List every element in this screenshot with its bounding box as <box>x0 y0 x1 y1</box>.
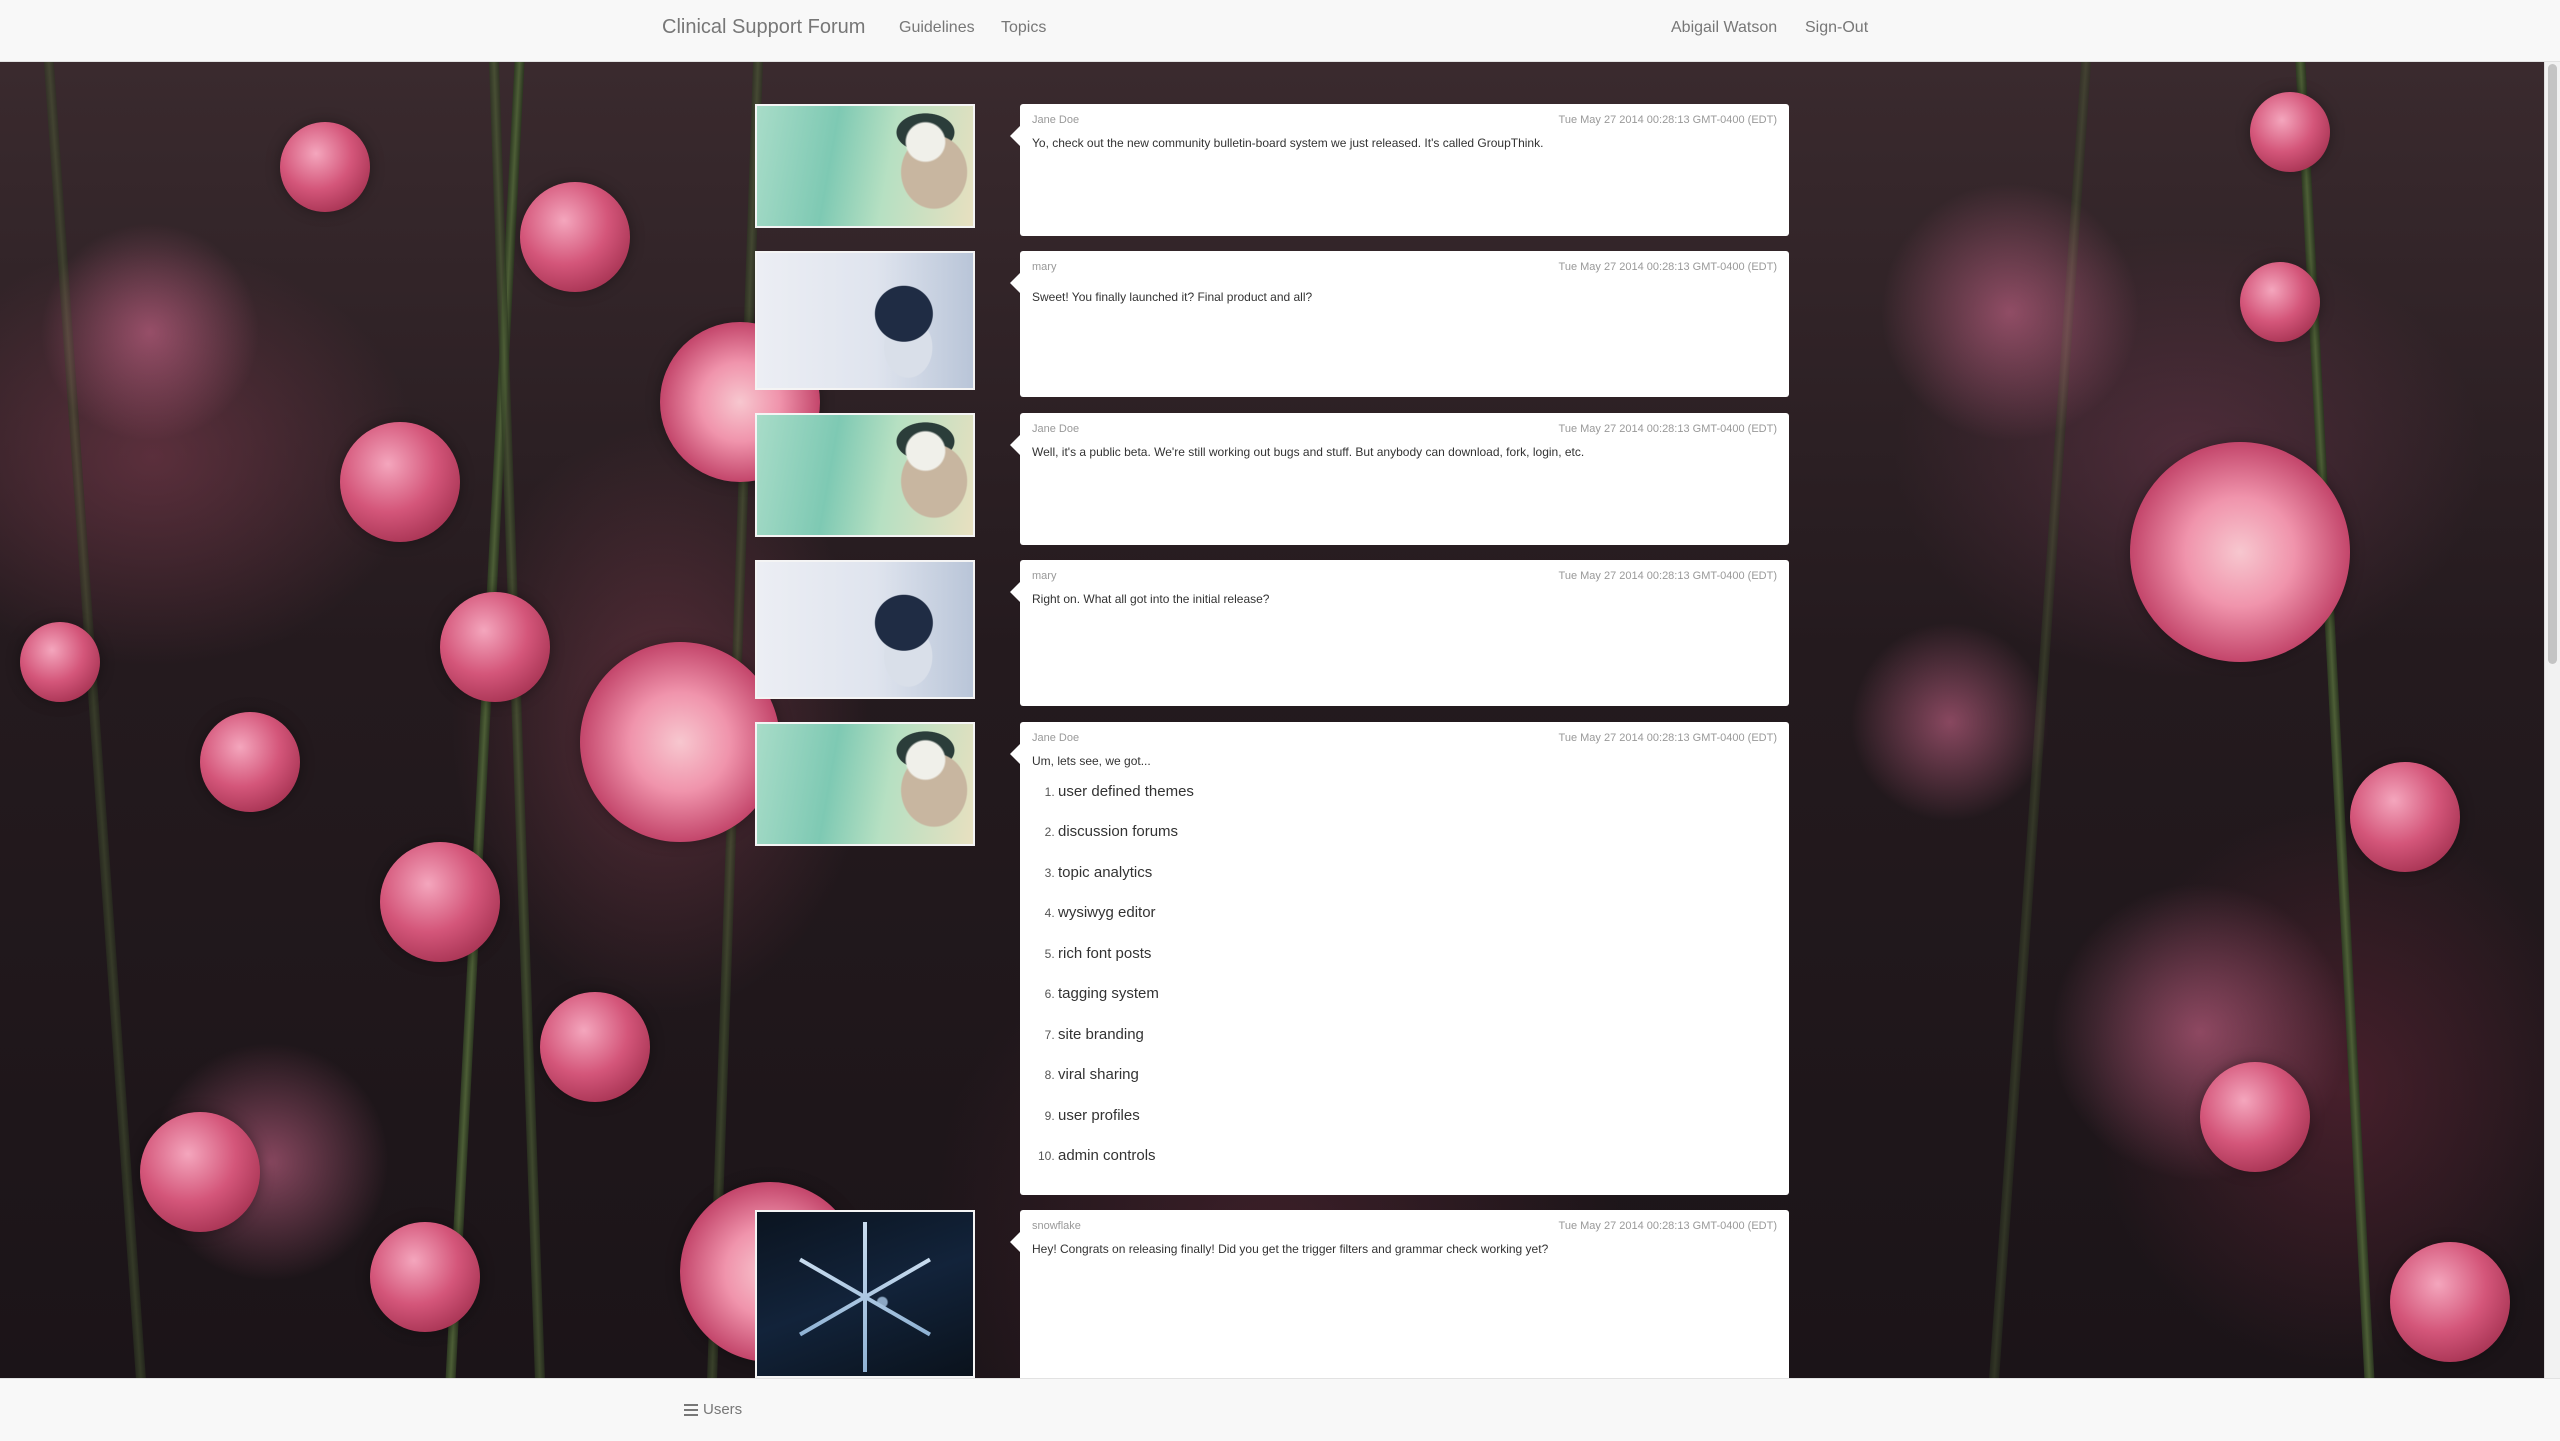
bottom-navbar: Users <box>0 1378 2560 1441</box>
list-item: topic analytics <box>1058 863 1777 904</box>
avatar[interactable] <box>755 104 975 228</box>
post-author[interactable]: Jane Doe <box>1032 423 1079 435</box>
user-name-link[interactable]: Abigail Watson <box>1671 19 1777 37</box>
post-author[interactable]: snowflake <box>1032 1220 1081 1232</box>
brand-link[interactable]: Clinical Support Forum <box>662 16 865 39</box>
list-item: admin controls <box>1058 1146 1777 1187</box>
post-bubble: Jane Doe Tue May 27 2014 00:28:13 GMT-04… <box>1010 104 1789 236</box>
post-bubble: Jane Doe Tue May 27 2014 00:28:13 GMT-04… <box>1010 722 1789 1195</box>
post-timestamp: Tue May 27 2014 00:28:13 GMT-0400 (EDT) <box>1558 570 1777 582</box>
post-author[interactable]: Jane Doe <box>1032 732 1079 744</box>
avatar[interactable] <box>755 413 975 537</box>
post-message: Well, it's a public beta. We're still wo… <box>1032 445 1585 459</box>
post-message: Um, lets see, we got... <box>1032 754 1151 768</box>
users-label: Users <box>703 1401 743 1418</box>
list-item: rich font posts <box>1058 944 1777 985</box>
sign-out-link[interactable]: Sign-Out <box>1805 19 1868 37</box>
post-timestamp: Tue May 27 2014 00:28:13 GMT-0400 (EDT) <box>1558 423 1777 435</box>
post-message: Hey! Congrats on releasing finally! Did … <box>1032 1242 1549 1256</box>
avatar[interactable] <box>755 1210 975 1378</box>
avatar[interactable] <box>755 560 975 699</box>
scrollbar-thumb[interactable] <box>2548 64 2557 664</box>
list-item: viral sharing <box>1058 1065 1777 1106</box>
nav-guidelines[interactable]: Guidelines <box>899 19 975 37</box>
post-timestamp: Tue May 27 2014 00:28:13 GMT-0400 (EDT) <box>1558 261 1777 273</box>
post-bubble: mary Tue May 27 2014 00:28:13 GMT-0400 (… <box>1010 560 1789 706</box>
post-timestamp: Tue May 27 2014 00:28:13 GMT-0400 (EDT) <box>1558 1220 1777 1232</box>
list-item: wysiwyg editor <box>1058 903 1777 944</box>
post-bubble: Jane Doe Tue May 27 2014 00:28:13 GMT-04… <box>1010 413 1789 545</box>
list-icon <box>684 1403 698 1416</box>
post-message: Yo, check out the new community bulletin… <box>1032 136 1544 150</box>
list-item: user defined themes <box>1058 782 1777 823</box>
post-bubble: mary Tue May 27 2014 00:28:13 GMT-0400 (… <box>1010 251 1789 397</box>
users-link[interactable]: Users <box>684 1401 742 1418</box>
post-timestamp: Tue May 27 2014 00:28:13 GMT-0400 (EDT) <box>1558 114 1777 126</box>
post-bubble: snowflake Tue May 27 2014 00:28:13 GMT-0… <box>1010 1210 1789 1378</box>
avatar[interactable] <box>755 251 975 390</box>
avatar[interactable] <box>755 722 975 846</box>
post-author[interactable]: mary <box>1032 570 1056 582</box>
nav-topics[interactable]: Topics <box>1001 19 1046 37</box>
post-message: Sweet! You finally launched it? Final pr… <box>1032 290 1313 304</box>
post-message: Right on. What all got into the initial … <box>1032 592 1270 606</box>
list-item: tagging system <box>1058 984 1777 1025</box>
post-author[interactable]: Jane Doe <box>1032 114 1079 126</box>
list-item: site branding <box>1058 1025 1777 1066</box>
post-timestamp: Tue May 27 2014 00:28:13 GMT-0400 (EDT) <box>1558 732 1777 744</box>
list-item: user profiles <box>1058 1106 1777 1147</box>
top-navbar: Clinical Support Forum Guidelines Topics… <box>0 0 2560 62</box>
post-author[interactable]: mary <box>1032 261 1056 273</box>
feature-list: user defined themes discussion forums to… <box>1032 782 1777 1187</box>
list-item: discussion forums <box>1058 822 1777 863</box>
